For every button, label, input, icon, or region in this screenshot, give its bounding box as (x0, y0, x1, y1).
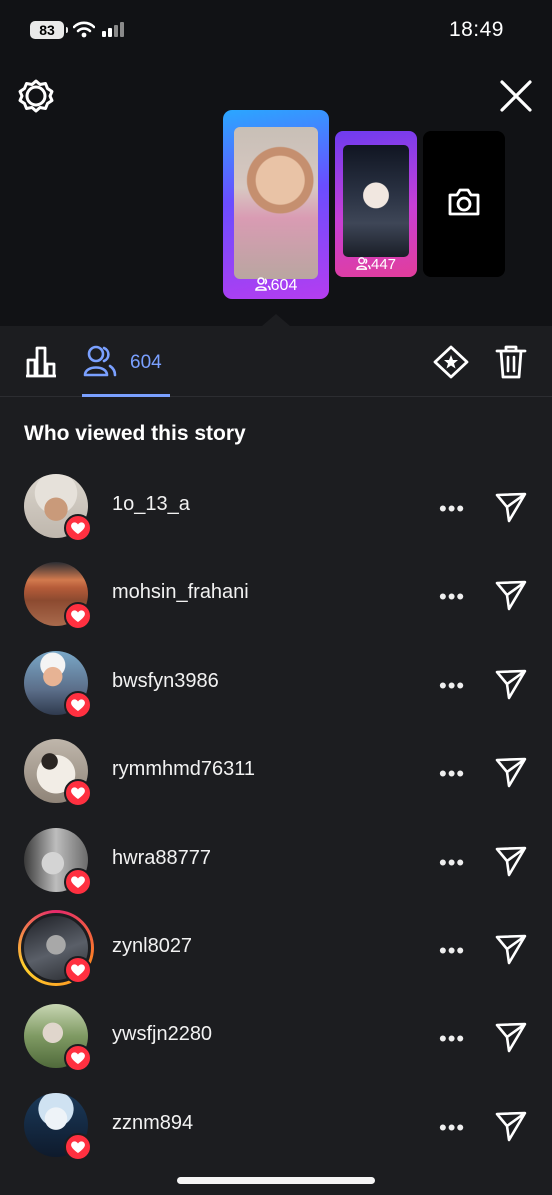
like-heart-icon (64, 779, 92, 808)
list-item[interactable]: 1o_13_a ••• (0, 462, 552, 550)
settings-gear-icon[interactable] (16, 76, 56, 116)
battery-indicator: 83 (30, 21, 68, 39)
like-heart-icon (64, 690, 92, 719)
story-view-count: 447 (335, 256, 417, 273)
like-heart-icon (64, 955, 92, 984)
viewers-count-label: 604 (130, 352, 162, 373)
username[interactable]: hwra88777 (112, 847, 211, 870)
list-item[interactable]: mohsin_frahani ••• (0, 550, 552, 638)
more-options-icon[interactable]: ••• (439, 584, 465, 610)
wifi-icon (73, 21, 95, 38)
more-options-icon[interactable]: ••• (439, 850, 465, 876)
selected-story-pointer (262, 314, 290, 326)
like-heart-icon (64, 514, 92, 542)
like-heart-icon (64, 602, 92, 631)
send-message-icon[interactable] (494, 490, 528, 524)
delete-trash-icon[interactable] (495, 344, 527, 380)
viewers-icon (254, 277, 271, 291)
more-options-icon[interactable]: ••• (439, 938, 465, 964)
send-message-icon[interactable] (494, 1109, 528, 1143)
like-heart-icon (64, 1044, 92, 1073)
story-thumbnail-current[interactable]: 604 (223, 110, 329, 299)
status-bar: 83 18:49 (0, 0, 552, 60)
list-item[interactable]: zynl8027 ••• (0, 904, 552, 992)
username[interactable]: mohsin_frahani (112, 581, 249, 604)
viewers-list: 1o_13_a ••• mohsin_frahani ••• bwsfyn398… (0, 462, 552, 1169)
close-icon[interactable] (498, 78, 534, 114)
more-options-icon[interactable]: ••• (439, 673, 465, 699)
like-heart-icon (64, 867, 92, 896)
story-image (234, 127, 318, 279)
send-message-icon[interactable] (494, 1020, 528, 1054)
home-indicator[interactable] (177, 1177, 375, 1184)
username[interactable]: zznm894 (112, 1112, 193, 1135)
add-to-highlight-icon[interactable] (432, 344, 470, 380)
story-view-count: 604 (223, 277, 329, 295)
tab-viewers[interactable]: 604 (82, 344, 170, 397)
story-image (343, 145, 409, 257)
like-heart-icon (64, 1132, 92, 1161)
send-message-icon[interactable] (494, 667, 528, 701)
cellular-signal-icon (102, 22, 124, 37)
add-story-camera-tile[interactable] (423, 131, 505, 277)
active-tab-indicator (82, 394, 170, 397)
camera-icon (448, 188, 480, 216)
list-item[interactable]: hwra88777 ••• (0, 816, 552, 904)
viewers-icon (83, 345, 117, 377)
clock: 18:49 (448, 18, 504, 41)
more-options-icon[interactable]: ••• (439, 1115, 465, 1141)
story-preview-area: 83 18:49 604 447 (0, 0, 552, 326)
username[interactable]: ywsfjn2280 (112, 1023, 212, 1046)
story-thumbnail-2[interactable]: 447 (335, 131, 417, 277)
username[interactable]: bwsfyn3986 (112, 670, 219, 693)
send-message-icon[interactable] (494, 932, 528, 966)
more-options-icon[interactable]: ••• (439, 761, 465, 787)
send-message-icon[interactable] (494, 755, 528, 789)
list-item[interactable]: zznm894 ••• (0, 1081, 552, 1169)
more-options-icon[interactable]: ••• (439, 496, 465, 522)
viewers-icon (356, 257, 371, 270)
list-item[interactable]: ywsfjn2280 ••• (0, 992, 552, 1080)
username[interactable]: rymmhmd76311 (112, 758, 255, 781)
list-item[interactable]: bwsfyn3986 ••• (0, 639, 552, 727)
list-item[interactable]: rymmhmd76311 ••• (0, 727, 552, 815)
username[interactable]: zynl8027 (112, 935, 192, 958)
username[interactable]: 1o_13_a (112, 493, 190, 516)
more-options-icon[interactable]: ••• (439, 1026, 465, 1052)
send-message-icon[interactable] (494, 844, 528, 878)
viewers-heading: Who viewed this story (24, 422, 246, 445)
insights-bar-chart-icon[interactable] (24, 344, 58, 378)
send-message-icon[interactable] (494, 578, 528, 612)
